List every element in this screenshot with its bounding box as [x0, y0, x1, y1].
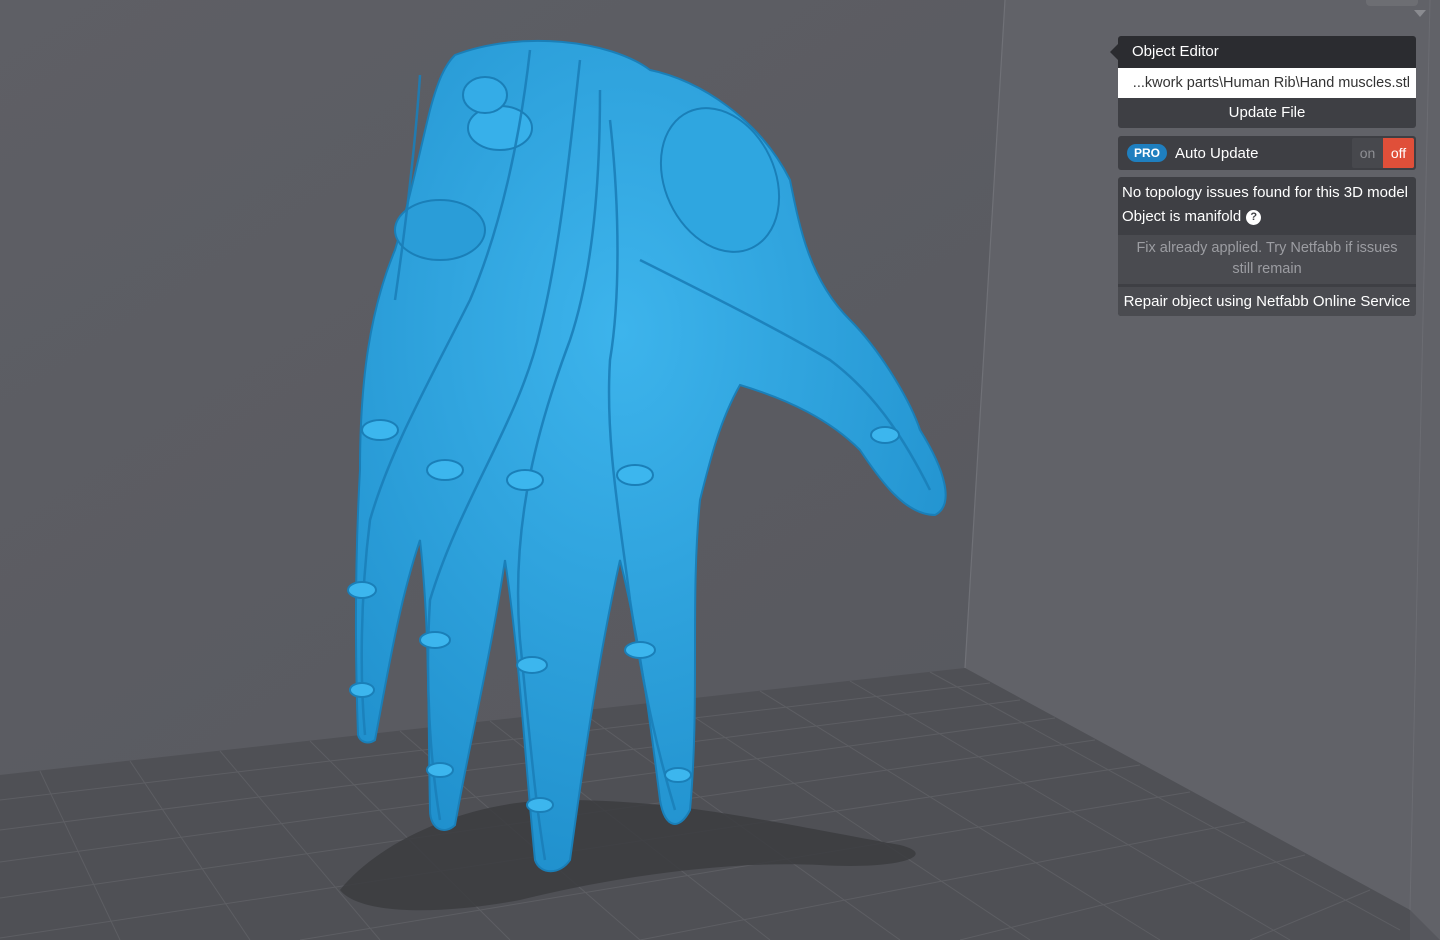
panel-title: Object Editor	[1110, 36, 1416, 68]
view-menu-chevron-down-icon[interactable]	[1414, 10, 1426, 17]
auto-update-label: Auto Update	[1175, 144, 1259, 162]
manifold-status: Object is manifold?	[1118, 205, 1416, 229]
update-file-button[interactable]: Update File	[1118, 98, 1416, 128]
file-path-field[interactable]: ...kwork parts\Human Rib\Hand muscles.st…	[1118, 68, 1416, 98]
toggle-off-option[interactable]: off	[1383, 138, 1414, 168]
toggle-on-option[interactable]: on	[1352, 138, 1383, 168]
auto-update-row: PRO Auto Update on off	[1118, 136, 1416, 170]
pro-badge: PRO	[1127, 144, 1168, 162]
analysis-box: No topology issues found for this 3D mod…	[1118, 177, 1416, 316]
fix-applied-note: Fix already applied. Try Netfabb if issu…	[1118, 235, 1416, 284]
repair-netfabb-button[interactable]: Repair object using Netfabb Online Servi…	[1118, 287, 1416, 316]
auto-update-toggle[interactable]: on off	[1352, 138, 1414, 168]
topology-status: No topology issues found for this 3D mod…	[1122, 184, 1408, 201]
object-editor-panel: Object Editor ...kwork parts\Human Rib\H…	[1110, 36, 1416, 316]
view-cube[interactable]	[1366, 0, 1418, 6]
help-icon[interactable]: ?	[1246, 210, 1262, 225]
manifold-status-text: Object is manifold	[1122, 208, 1242, 225]
